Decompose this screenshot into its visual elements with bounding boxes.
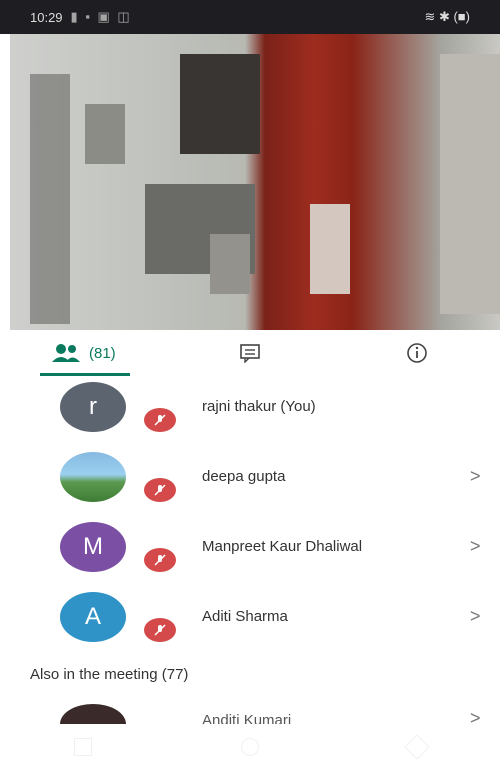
people-icon [51,344,80,362]
video-door-light [310,204,350,294]
status-time: 10:29 [30,9,63,25]
home-icon[interactable] [240,738,259,756]
avatar: M [60,522,126,572]
mic-off-icon [144,408,176,432]
avatar: r [60,382,126,432]
video-poster-4 [210,234,250,294]
status-bar: 10:29 ▮ ▪ ▣ ◫ ≋ ✱ (■) [0,0,500,34]
chevron-right-icon[interactable]: > [470,708,481,724]
also-in-meeting-heading: Also in the meeting (77) [30,666,189,683]
tab-people[interactable]: (81) [0,330,167,376]
avatar-photo [60,452,126,502]
avatar-initial: M [83,533,103,560]
status-notification-icons: ▮ ▪ ▣ ◫ [70,9,132,24]
participant-name: rajni thakur (You) [202,398,316,415]
chevron-right-icon[interactable]: > [470,466,481,487]
info-icon [406,343,427,363]
participant-name: Aditi Sharma [202,608,288,625]
video-figure-left [30,74,70,324]
video-feed[interactable] [10,34,500,330]
participant-name: deepa gupta [202,468,286,485]
participant-list: r rajni thakur (You) deepa gupta > M Man… [0,376,500,656]
avatar-initial: r [89,393,97,420]
mic-off-icon [144,478,176,502]
chevron-right-icon[interactable]: > [470,606,481,627]
participant-row[interactable]: r rajni thakur (You) [0,376,500,446]
participant-row[interactable]: M Manpreet Kaur Dhaliwal > [0,516,500,586]
participant-name: Anditi Kumari [202,712,292,724]
back-icon[interactable] [403,734,430,760]
participant-row-partial[interactable]: Anditi Kumari > [0,694,500,724]
video-poster-1 [85,104,125,164]
tab-chat[interactable] [167,330,334,376]
video-figure-right [440,54,500,314]
mic-off-icon [144,548,176,572]
avatar: A [60,592,126,642]
chevron-right-icon[interactable]: > [470,536,481,557]
avatar-photo [60,704,126,724]
recents-icon[interactable] [74,738,93,756]
chat-icon [240,344,260,363]
participant-tabs: (81) [0,330,500,376]
system-nav-bar [0,724,500,770]
status-right: ≋ ✱ (■) [424,9,470,24]
mic-off-icon [144,618,176,642]
tab-info[interactable] [333,330,500,376]
participant-name: Manpreet Kaur Dhaliwal [202,538,363,555]
avatar-initial: A [84,603,101,630]
people-count: (81) [88,344,116,362]
status-left: 10:29 ▮ ▪ ▣ ◫ [30,9,132,25]
participant-row[interactable]: deepa gupta > [0,446,500,516]
participant-row[interactable]: A Aditi Sharma > [0,586,500,656]
video-poster-3 [180,54,260,154]
